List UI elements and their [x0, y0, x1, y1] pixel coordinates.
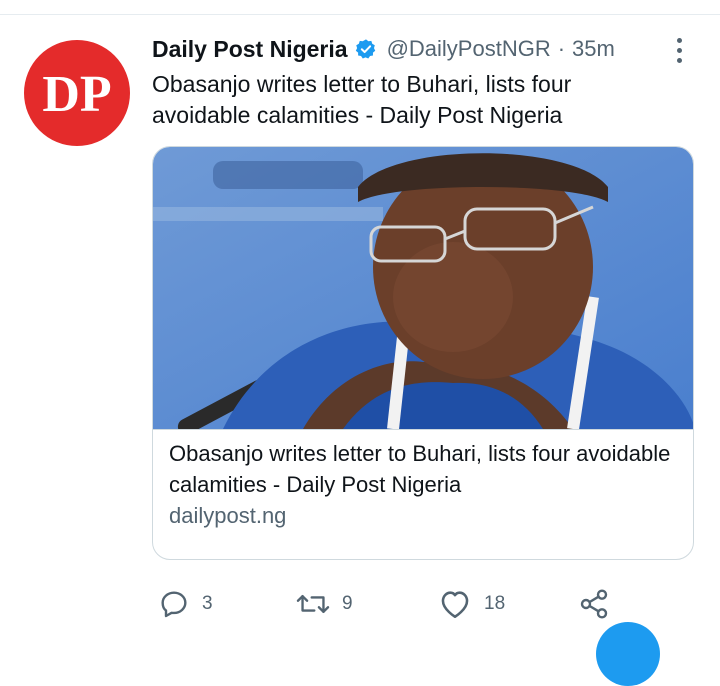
separator-dot: · [557, 36, 566, 61]
tweet-actions: 3 9 18 [152, 584, 622, 624]
like-count: 18 [484, 593, 506, 614]
card-title: Obasanjo writes letter to Buhari, lists … [169, 441, 671, 497]
author-name[interactable]: Daily Post Nigeria [152, 36, 348, 63]
timestamp[interactable]: 35m [572, 36, 615, 62]
link-preview-card[interactable]: Obasanjo writes letter to Buhari, lists … [152, 146, 694, 560]
compose-tweet-button[interactable] [596, 622, 660, 686]
tweet-text: Obasanjo writes letter to Buhari, lists … [152, 71, 572, 128]
retweet-icon [296, 594, 330, 614]
card-image [153, 147, 693, 429]
heart-icon [441, 591, 469, 619]
avatar-logo-text: DP [42, 66, 111, 123]
retweet-count: 9 [342, 593, 353, 614]
reply-icon [161, 591, 187, 618]
reply-button[interactable]: 3 [158, 584, 213, 624]
author-handle[interactable]: @DailyPostNGR [387, 36, 551, 62]
like-button[interactable]: 18 [438, 584, 505, 624]
retweet-button[interactable]: 9 [296, 584, 353, 624]
card-domain: dailypost.ng [169, 503, 287, 528]
share-button[interactable] [578, 584, 610, 624]
card-body: Obasanjo writes letter to Buhari, lists … [153, 429, 693, 532]
verified-badge-icon [355, 38, 377, 60]
more-options-icon[interactable] [667, 34, 691, 66]
avatar-logo: DP [42, 66, 111, 123]
avatar[interactable]: DP [24, 40, 130, 146]
reply-count: 3 [202, 593, 213, 614]
share-icon [580, 589, 608, 619]
tweet-header: Daily Post Nigeria @DailyPostNGR · 35m [152, 33, 615, 65]
top-divider [0, 14, 720, 15]
